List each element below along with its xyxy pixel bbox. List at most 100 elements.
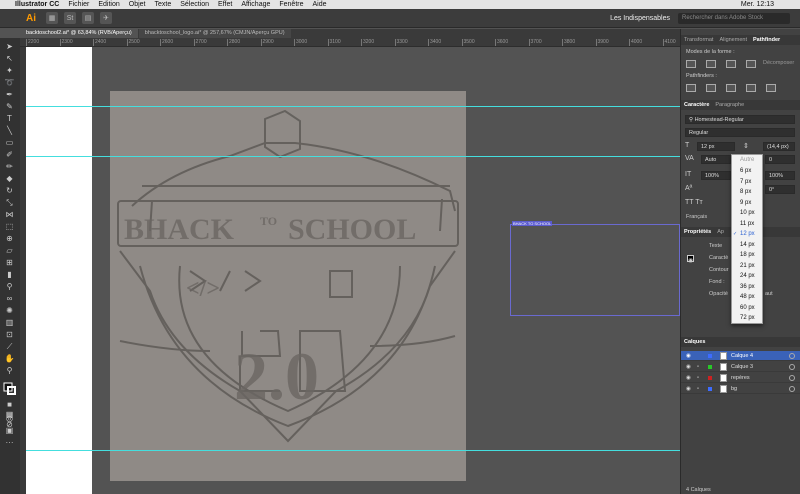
guide-line[interactable]: [26, 450, 680, 451]
menu-texte[interactable]: Texte: [155, 1, 172, 8]
exclude-icon[interactable]: [746, 60, 756, 68]
merge-icon[interactable]: [726, 84, 736, 92]
unite-icon[interactable]: [686, 60, 696, 68]
crop-icon[interactable]: [746, 84, 756, 92]
rectangle-tool-icon[interactable]: ▭: [3, 138, 16, 148]
tab-alignement[interactable]: Alignement: [716, 35, 750, 45]
draw-mode-icon[interactable]: ◎: [3, 414, 16, 424]
lock-icon[interactable]: ▫: [697, 362, 699, 372]
tab-bhacktoschool-logo[interactable]: bhacktoschool_logo.ai* @ 257,67% (CMJN/A…: [138, 29, 291, 38]
blend-tool-icon[interactable]: ∞: [3, 294, 16, 304]
app-menu[interactable]: Illustrator CC: [15, 1, 59, 8]
tab-backtoschool2[interactable]: backtoschool2.ai* @ 63,84% (RVB/Aperçu): [20, 29, 138, 38]
props-contour[interactable]: Contour: [709, 267, 729, 273]
color-mode-icons[interactable]: ■ ▦ ⊘: [3, 400, 16, 429]
stock-search-input[interactable]: Rechercher dans Adobe Stock: [678, 12, 790, 24]
selection-tool-icon[interactable]: ➤: [3, 42, 16, 52]
menu-objet[interactable]: Objet: [129, 1, 146, 8]
free-transform-tool-icon[interactable]: ⬚: [3, 222, 16, 232]
rotation-field[interactable]: 0°: [765, 185, 795, 194]
font-size-option[interactable]: 48 px: [732, 292, 764, 303]
menu-selection[interactable]: Sélection: [180, 1, 209, 8]
eye-icon[interactable]: ◉: [686, 362, 691, 372]
target-icon[interactable]: [789, 386, 795, 392]
font-size-option[interactable]: 10 px: [732, 208, 764, 219]
tab-transformation[interactable]: Transformat: [681, 35, 716, 45]
font-size-option[interactable]: 72 px: [732, 313, 764, 324]
gpu-performance-icon[interactable]: ✈: [100, 12, 112, 24]
line-tool-icon[interactable]: ╲: [3, 126, 16, 136]
font-size-option[interactable]: 60 px: [732, 303, 764, 314]
lock-icon[interactable]: ▫: [697, 373, 699, 383]
props-texte[interactable]: Texte: [709, 243, 722, 249]
font-size-option[interactable]: 18 px: [732, 250, 764, 261]
menu-fenetre[interactable]: Fenêtre: [279, 1, 303, 8]
menu-effet[interactable]: Effet: [218, 1, 232, 8]
pencil-tool-icon[interactable]: ✏: [3, 162, 16, 172]
paintbrush-tool-icon[interactable]: ✐: [3, 150, 16, 160]
font-family-field[interactable]: ⚲ Homestead-Regular: [685, 115, 795, 124]
layer-row[interactable]: ◉ ▫ bg: [681, 384, 800, 394]
menu-affichage[interactable]: Affichage: [241, 1, 270, 8]
layer-row[interactable]: ◉ Calque 4: [681, 351, 800, 361]
tab-paragraphe[interactable]: Paragraphe: [712, 100, 747, 110]
divide-icon[interactable]: [686, 84, 696, 92]
trim-icon[interactable]: [706, 84, 716, 92]
font-size-option[interactable]: 24 px: [732, 271, 764, 282]
symbol-sprayer-tool-icon[interactable]: ✺: [3, 306, 16, 316]
fill-stroke-icon[interactable]: [3, 382, 16, 395]
font-size-option[interactable]: 7 px: [732, 177, 764, 188]
bridge-icon[interactable]: ▦: [46, 12, 58, 24]
clock[interactable]: Mer. 12:13: [741, 1, 774, 8]
tab-calques[interactable]: Calques: [681, 337, 708, 347]
kerning-field[interactable]: Auto: [701, 155, 731, 164]
horizontal-scale-field[interactable]: 100%: [765, 171, 795, 180]
intersect-icon[interactable]: [726, 60, 736, 68]
rotate-tool-icon[interactable]: ↻: [3, 186, 16, 196]
outline-icon[interactable]: [766, 84, 776, 92]
eye-icon[interactable]: ◉: [686, 373, 691, 383]
target-icon[interactable]: [789, 375, 795, 381]
tab-caractere[interactable]: Caractère: [681, 100, 712, 110]
mesh-tool-icon[interactable]: ⊞: [3, 258, 16, 268]
magic-wand-tool-icon[interactable]: ✦: [3, 66, 16, 76]
scale-tool-icon[interactable]: ⤡: [3, 198, 16, 208]
curvature-tool-icon[interactable]: ✎: [3, 102, 16, 112]
text-frame-selection[interactable]: [510, 224, 680, 316]
layer-row[interactable]: ◉ ▫ Calque 3: [681, 362, 800, 372]
screen-mode-icon[interactable]: ▣: [3, 426, 16, 436]
layer-row[interactable]: ◉ ▫ repères: [681, 373, 800, 383]
font-size-option[interactable]: 14 px: [732, 240, 764, 251]
leading-field[interactable]: (14,4 px): [763, 142, 795, 151]
tab-proprietes[interactable]: Propriétés: [681, 227, 714, 237]
lasso-tool-icon[interactable]: ➰: [3, 78, 16, 88]
target-icon[interactable]: [789, 353, 795, 359]
direct-selection-tool-icon[interactable]: ↖: [3, 54, 16, 64]
placed-sketch-image[interactable]: BHACK TO SCHOOL </> 2.0: [110, 91, 466, 481]
zoom-tool-icon[interactable]: ⚲: [3, 366, 16, 376]
graph-tool-icon[interactable]: ▥: [3, 318, 16, 328]
workspace-switcher[interactable]: Les Indispensables: [610, 15, 670, 22]
pen-tool-icon[interactable]: ✒: [3, 90, 16, 100]
font-size-option[interactable]: 9 px: [732, 198, 764, 209]
type-tool-icon[interactable]: T: [3, 114, 16, 124]
eye-icon[interactable]: ◉: [686, 351, 691, 361]
font-size-option[interactable]: 11 px: [732, 219, 764, 230]
tracking-field[interactable]: 0: [765, 155, 795, 164]
artboard-canvas[interactable]: BHACK TO SCHOOL </> 2.0 BHACK TO SCHOOL: [26, 47, 680, 494]
hand-tool-icon[interactable]: ✋: [3, 354, 16, 364]
eyedropper-tool-icon[interactable]: ⚲: [3, 282, 16, 292]
caps-icon[interactable]: TT Tт: [685, 199, 703, 206]
gradient-tool-icon[interactable]: ▮: [3, 270, 16, 280]
lock-icon[interactable]: ▫: [697, 384, 699, 394]
font-size-option[interactable]: 6 px: [732, 166, 764, 177]
menu-aide[interactable]: Aide: [313, 1, 327, 8]
language-field[interactable]: Français: [686, 214, 707, 220]
width-tool-icon[interactable]: ⋈: [3, 210, 16, 220]
decomposer-button[interactable]: Décomposer: [763, 60, 794, 66]
font-size-option[interactable]: ✓ 12 px: [732, 229, 764, 240]
menu-fichier[interactable]: Fichier: [68, 1, 89, 8]
target-icon[interactable]: [789, 364, 795, 370]
tab-pathfinder[interactable]: Pathfinder: [750, 35, 783, 45]
font-size-option[interactable]: 21 px: [732, 261, 764, 272]
